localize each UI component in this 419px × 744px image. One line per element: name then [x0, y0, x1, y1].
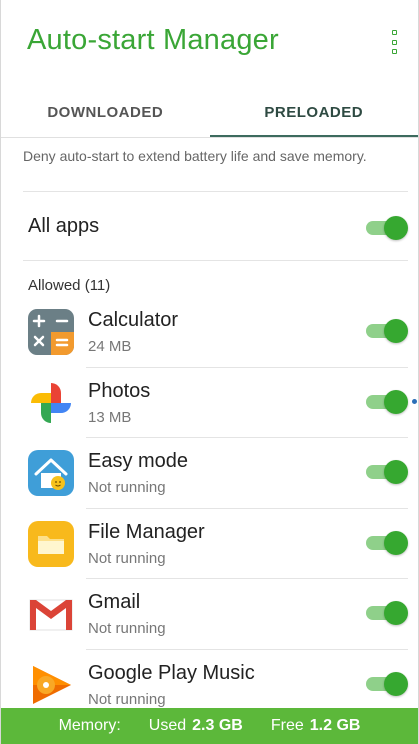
toggle-knob — [384, 389, 408, 414]
list-item-calculator[interactable]: Calculator 24 MB — [1, 297, 418, 368]
toggle-knob — [384, 671, 408, 696]
app-header: Auto-start Manager — [1, 0, 418, 86]
toggle-knob — [384, 601, 408, 625]
easy-mode-toggle[interactable] — [366, 459, 408, 485]
toggle-knob — [384, 530, 408, 555]
list-item-easy-mode[interactable]: Easy mode Not running — [1, 438, 418, 509]
app-name: File Manager — [88, 520, 205, 543]
divider — [1, 137, 418, 138]
app-status: 24 MB — [88, 338, 132, 355]
calculator-toggle[interactable] — [366, 318, 408, 344]
app-status: 13 MB — [88, 408, 132, 426]
memory-label: Memory: — [58, 717, 121, 734]
all-apps-label: All apps — [28, 215, 100, 237]
section-label-allowed: Allowed (11) — [28, 277, 111, 294]
gmail-icon — [28, 591, 74, 637]
list-item-file-manager[interactable]: File Manager Not running — [1, 509, 418, 579]
toggle-knob — [384, 319, 408, 343]
divider — [23, 191, 408, 192]
folder-icon — [28, 520, 74, 567]
description-text: Deny auto-start to extend battery life a… — [23, 148, 367, 164]
photos-pinwheel-icon — [28, 380, 74, 426]
app-name: Photos — [88, 379, 151, 402]
toggle-knob — [384, 460, 408, 484]
app-list: Calculator 24 MB Photos 13 MB Easy mode … — [1, 297, 418, 720]
app-status: Not running — [88, 479, 166, 496]
memory-free-label: Free — [270, 717, 304, 734]
all-apps-toggle[interactable] — [366, 215, 408, 241]
edge-indicator-dot — [412, 398, 417, 404]
memory-used-label: Used — [148, 717, 187, 734]
easy-mode-house-icon — [28, 450, 74, 496]
memory-status-bar: Memory: Used 2.3 GB Free 1.2 GB — [1, 708, 418, 744]
gmail-toggle[interactable] — [366, 600, 408, 626]
list-item-photos[interactable]: Photos 13 MB — [1, 368, 418, 438]
app-name: Easy mode — [88, 450, 189, 472]
all-apps-row[interactable]: All apps — [1, 195, 418, 260]
page-title: Auto-start Manager — [27, 24, 279, 56]
tab-preloaded-label: PRELOADED — [264, 103, 364, 121]
memory-free-value: 1.2 GB — [309, 717, 361, 734]
divider — [23, 260, 408, 261]
file-manager-toggle[interactable] — [366, 530, 408, 556]
tab-preloaded[interactable]: PRELOADED — [209, 86, 418, 138]
auto-start-manager-screen: Auto-start Manager DOWNLOADED PRELOADED … — [0, 0, 419, 744]
app-name: Calculator — [88, 309, 179, 331]
photos-toggle[interactable] — [366, 389, 408, 415]
memory-used-value: 2.3 GB — [192, 717, 243, 734]
app-name: Gmail — [88, 591, 141, 613]
app-status: Not running — [88, 620, 166, 637]
toggle-knob — [384, 216, 408, 240]
list-item-gmail[interactable]: Gmail Not running — [1, 579, 418, 650]
tab-bar: DOWNLOADED PRELOADED — [1, 86, 418, 138]
play-music-icon — [28, 662, 74, 708]
more-vertical-icon[interactable] — [390, 30, 398, 54]
tab-downloaded[interactable]: DOWNLOADED — [1, 86, 210, 138]
app-status: Not running — [88, 549, 166, 567]
calculator-icon — [28, 309, 74, 355]
app-name: Google Play Music — [88, 661, 255, 684]
google-play-music-toggle[interactable] — [366, 671, 408, 697]
app-status: Not running — [88, 690, 166, 708]
